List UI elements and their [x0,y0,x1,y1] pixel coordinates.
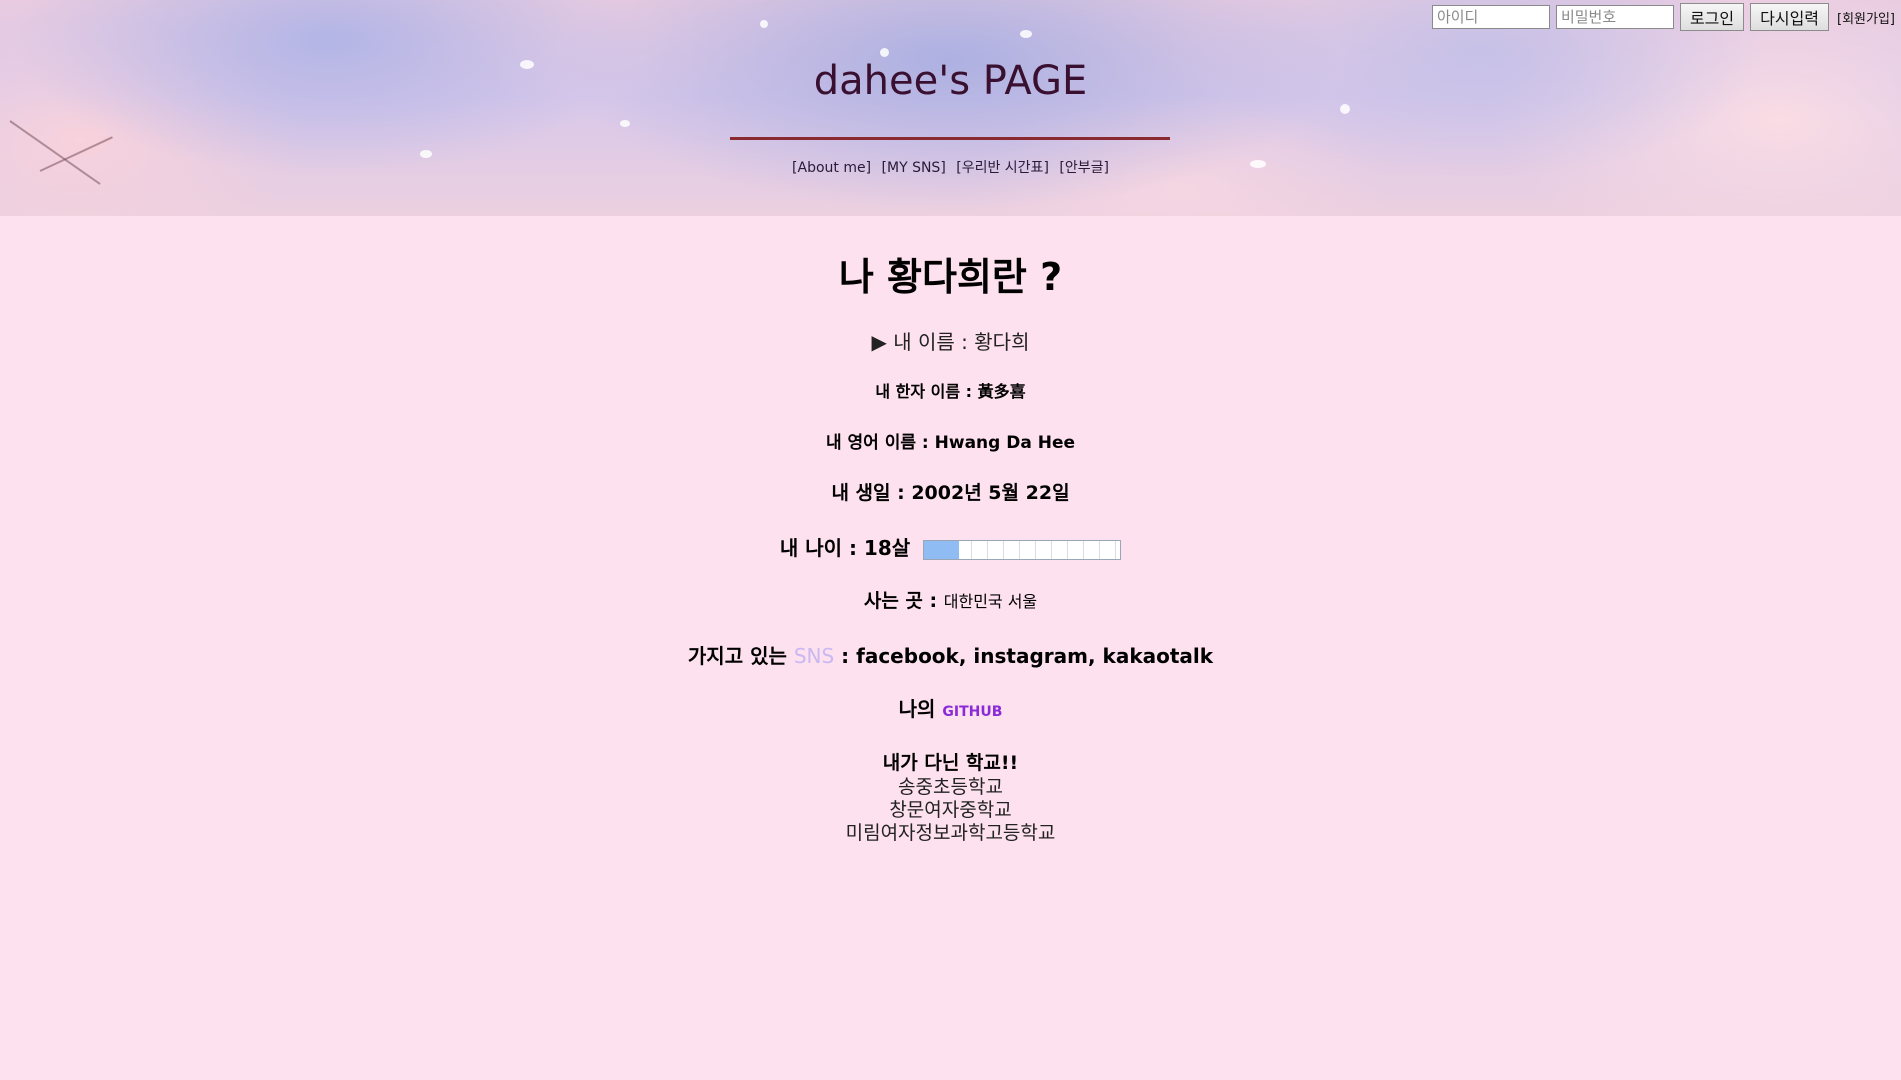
nav-about-me[interactable]: [About me] [792,160,871,176]
github-line: 나의 GITHUB [0,693,1901,722]
age-meter-fill [924,540,960,559]
sns-word: SNS [793,644,835,668]
header-banner [0,0,1901,216]
home-line: 사는 곳 : 대한민국 서울 [0,586,1901,613]
petal [1340,104,1350,114]
github-link[interactable]: GITHUB [942,704,1002,720]
english-name-line: 내 영어 이름 : Hwang Da Hee [825,433,1076,453]
sns-list: : facebook, instagram, kakaotalk [841,644,1214,668]
login-button[interactable]: 로그인 [1679,3,1745,31]
school-item: 미림여자정보과학고등학교 [845,822,1056,844]
home-value: 대한민국 서울 [943,592,1038,611]
reset-button[interactable]: 다시입력 [1750,3,1830,31]
sns-prefix: 가지고 있는 [687,644,787,668]
profile-heading: 나 황다희란 ? [838,255,1063,299]
sns-line: 가지고 있는 SNS : facebook, instagram, kakaot… [0,640,1901,669]
hanja-name-line: 내 한자 이름 : 黃多喜 [875,382,1026,401]
signup-link[interactable]: [회원가입] [1837,8,1895,27]
main-nav: [About me] [MY SNS] [우리반 시간표] [안부글] [0,157,1901,177]
site-title: dahee's PAGE [813,58,1088,104]
github-prefix: 나의 [898,697,936,721]
petal [880,48,889,57]
nav-class-timetable[interactable]: [우리반 시간표] [956,160,1049,176]
petal [760,20,768,28]
age-label: 내 나이 : 18살 [779,536,911,560]
age-meter [923,539,1122,560]
home-label: 사는 곳 : [863,590,938,612]
schools-heading: 내가 다닌 학교!! [882,752,1019,774]
name-line: ▶ 내 이름 : 황다희 [871,330,1030,354]
age-line: 내 나이 : 18살 [0,532,1901,561]
title-divider [730,137,1170,140]
id-input[interactable] [1431,5,1550,29]
nav-guestbook[interactable]: [안부글] [1059,160,1109,176]
petal [1020,30,1032,38]
nav-my-sns[interactable]: [MY SNS] [882,160,946,176]
birthday-line: 내 생일 : 2002년 5월 22일 [831,482,1070,504]
petal [620,120,630,127]
password-input[interactable] [1555,5,1674,29]
login-form: 로그인 다시입력 [회원가입] [1431,2,1901,32]
